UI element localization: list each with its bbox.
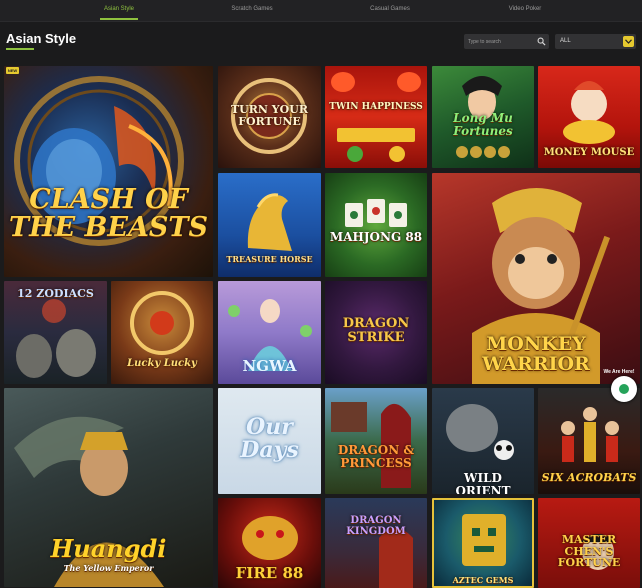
active-tab-indicator xyxy=(100,18,138,20)
mahjong-tiles-artwork xyxy=(345,199,407,227)
game-tile-wild-orient[interactable]: WILD ORIENT xyxy=(432,388,534,494)
tab-video-poker[interactable]: Video Poker xyxy=(485,6,565,12)
game-title: TREASURE HORSE xyxy=(226,254,313,264)
game-title: TWIN HAPPINESS xyxy=(329,102,423,112)
search-icon[interactable] xyxy=(537,37,546,46)
game-tile-turn-your-fortune[interactable]: TURN YOUR FORTUNE xyxy=(218,66,321,168)
game-title: 12 ZODIACS xyxy=(17,287,94,300)
game-subtitle: The Yellow Emperor xyxy=(63,563,154,573)
game-title: NGWA xyxy=(242,357,297,375)
game-title: Our Days xyxy=(240,414,299,464)
game-tile-aztec-gems[interactable]: AZTEC GEMS xyxy=(432,498,534,588)
game-title: MASTER CHEN'S FORTUNE xyxy=(557,533,621,570)
chat-label: We Are Here! xyxy=(603,369,635,375)
tiger-dragon-artwork xyxy=(14,76,184,246)
chat-icon xyxy=(619,384,629,394)
game-title: WILD ORIENT xyxy=(455,471,511,494)
game-title: DRAGON STRIKE xyxy=(342,316,410,345)
game-title: FIRE 88 xyxy=(235,564,304,582)
game-title: SIX ACROBATS xyxy=(541,471,637,484)
search-box xyxy=(464,34,549,49)
game-tile-dragon-princess[interactable]: DRAGON & PRINCESS xyxy=(325,388,427,494)
game-title: Huangdi xyxy=(50,534,167,563)
top-nav: Asian Style Scratch Games Casual Games V… xyxy=(0,0,642,22)
lanterns-artwork xyxy=(331,72,421,162)
title-underline xyxy=(6,48,34,50)
game-title: TURN YOUR FORTUNE xyxy=(231,103,308,128)
game-title: CLASH OF THE BEASTS xyxy=(8,184,209,244)
princess-artwork xyxy=(331,402,411,488)
game-tile-12-zodiacs[interactable]: 12 ZODIACS xyxy=(4,281,107,384)
game-title: Lucky Lucky xyxy=(127,358,197,369)
new-badge: NEW xyxy=(6,67,19,74)
game-tile-mahjong-88[interactable]: MAHJONG 88 xyxy=(325,173,427,277)
game-title: MAHJONG 88 xyxy=(329,230,423,244)
game-tile-master-chens-fortune[interactable]: MASTER CHEN'S FORTUNE xyxy=(538,498,640,588)
live-chat-button[interactable] xyxy=(611,376,637,402)
game-title: Long Mu Fortunes xyxy=(453,111,513,138)
category-filter-select[interactable]: ALL xyxy=(555,34,636,49)
dragon-kingdom-artwork xyxy=(379,528,413,588)
game-tile-long-mu-fortunes[interactable]: Long Mu Fortunes xyxy=(432,66,534,168)
game-tile-six-acrobats[interactable]: SIX ACROBATS xyxy=(538,388,640,494)
game-title: AZTEC GEMS xyxy=(452,575,514,585)
game-tile-treasure-horse[interactable]: TREASURE HORSE xyxy=(218,173,321,277)
game-tile-dragon-kingdom[interactable]: DRAGON KINGDOM xyxy=(325,498,427,588)
game-tile-monkey-warrior[interactable]: MONKEY WARRIOR xyxy=(432,173,640,384)
chevron-down-icon[interactable] xyxy=(623,36,634,47)
game-tile-twin-happiness[interactable]: TWIN HAPPINESS xyxy=(325,66,427,168)
game-tile-fire-88[interactable]: FIRE 88 xyxy=(218,498,321,588)
game-tile-our-days[interactable]: Our Days xyxy=(218,388,321,494)
game-tile-money-mouse[interactable]: MONEY MOUSE xyxy=(538,66,640,168)
game-tile-ngwa[interactable]: NGWA xyxy=(218,281,321,384)
game-title: DRAGON & PRINCESS xyxy=(337,443,415,470)
search-input[interactable] xyxy=(468,34,536,49)
game-tile-huangdi[interactable]: Huangdi The Yellow Emperor xyxy=(4,388,213,587)
game-tile-dragon-strike[interactable]: DRAGON STRIKE xyxy=(325,281,427,384)
game-tile-clash-of-the-beasts[interactable]: CLASH OF THE BEASTS xyxy=(4,66,213,277)
game-tile-lucky-lucky[interactable]: Lucky Lucky xyxy=(111,281,213,384)
page-title: Asian Style xyxy=(6,31,77,46)
game-title: DRAGON KINGDOM xyxy=(346,515,406,537)
tab-scratch-games[interactable]: Scratch Games xyxy=(212,6,292,12)
tab-asian-style[interactable]: Asian Style xyxy=(79,6,159,12)
game-title: MONEY MOUSE xyxy=(543,147,635,158)
filter-selected-value: ALL xyxy=(560,38,571,44)
tab-casual-games[interactable]: Casual Games xyxy=(350,6,430,12)
